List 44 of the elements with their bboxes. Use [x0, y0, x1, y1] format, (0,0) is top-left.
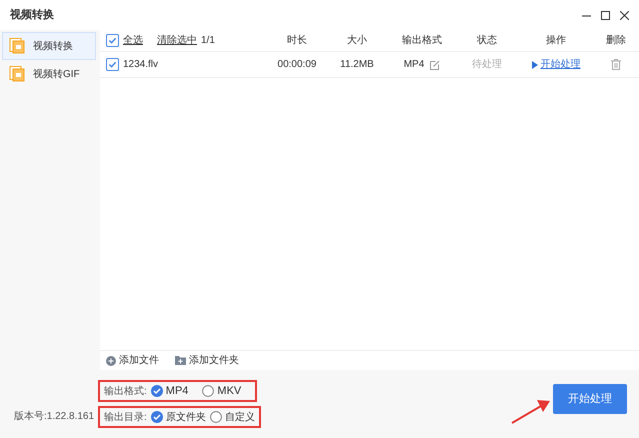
start-link[interactable]: 开始处理	[540, 57, 580, 72]
column-header: 操作	[545, 34, 567, 48]
sidebar-item[interactable]: 视频转换	[2, 32, 96, 60]
column-header: 大小	[346, 34, 368, 48]
folder-plus-icon	[175, 356, 186, 365]
column-header: 时长	[286, 34, 308, 48]
duration-cell-text: 00:00:09	[276, 58, 318, 72]
clear-selection-link[interactable]: 清除选中	[157, 33, 197, 48]
radio-label[interactable]: MKV	[217, 382, 242, 400]
checkbox[interactable]	[106, 34, 119, 47]
radio-label[interactable]: MP4	[166, 382, 188, 400]
file-name: 1234.flv	[123, 58, 158, 72]
gif-file-icon	[9, 66, 25, 82]
option-label: 输出格式:	[104, 384, 147, 398]
radio-unchecked[interactable]	[210, 411, 222, 423]
radio-label[interactable]: 原文件夹	[166, 410, 206, 424]
close-icon[interactable]	[620, 10, 629, 20]
checkbox[interactable]	[106, 58, 119, 71]
format-cell-text: MP4	[404, 58, 424, 72]
version-label: 版本号:1.22.8.161	[13, 410, 96, 424]
status-cell-text: 待处理	[471, 58, 503, 72]
pointer-arrow-icon	[511, 398, 551, 424]
sidebar-item[interactable]: 视频转GIF	[2, 60, 96, 88]
radio-checked[interactable]	[150, 385, 163, 397]
selection-count: 1/1	[201, 34, 215, 48]
edit-icon[interactable]	[430, 60, 440, 70]
column-header: 状态	[476, 34, 498, 48]
select-all-link[interactable]: 全选	[123, 33, 143, 48]
window-title: 视频转换	[10, 8, 54, 23]
radio-label[interactable]: 自定义	[224, 410, 255, 424]
video-file-icon	[9, 38, 25, 54]
size-cell-text: 11.2MB	[339, 58, 375, 72]
radio-checked[interactable]	[150, 411, 163, 423]
radio-unchecked[interactable]	[202, 385, 214, 397]
plus-circle-icon	[106, 356, 116, 366]
add-file-button[interactable]: 添加文件	[106, 353, 159, 368]
column-header: 输出格式	[401, 34, 443, 48]
play-icon	[532, 60, 538, 68]
option-label: 输出目录:	[104, 410, 147, 424]
start-button[interactable]: 开始处理	[553, 384, 627, 414]
add-folder-button[interactable]: 添加文件夹	[175, 353, 239, 368]
trash-icon[interactable]	[611, 59, 621, 70]
maximize-icon[interactable]	[601, 10, 610, 20]
column-header: 删除	[605, 34, 627, 48]
